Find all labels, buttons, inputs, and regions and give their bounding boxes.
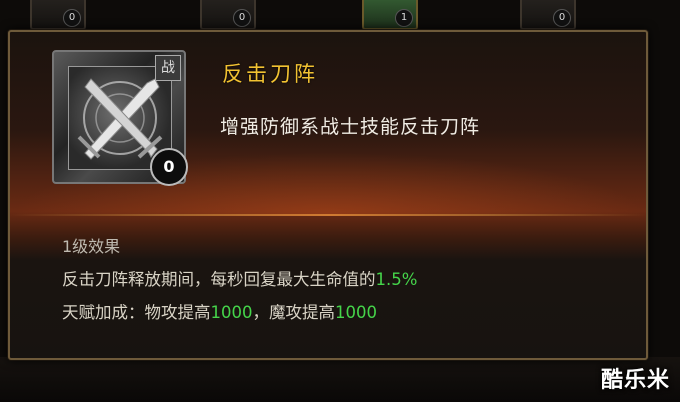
background-skill-slot[interactable]: 0 — [520, 0, 576, 30]
physical-attack-value: 1000 — [210, 303, 253, 322]
slot-count-badge: 0 — [233, 9, 251, 27]
skill-name: 反击刀阵 — [222, 62, 318, 86]
background-skill-bar: 0 0 1 0 — [0, 0, 680, 32]
background-skill-slot[interactable]: 0 — [200, 0, 256, 30]
skill-level-badge: 0 — [150, 148, 188, 186]
effect-line-regen: 反击刀阵释放期间，每秒回复最大生命值的1.5% — [62, 263, 417, 296]
talent-prefix: 天赋加成：物攻提高 — [62, 303, 211, 322]
skill-icon-frame: 战 0 — [52, 50, 188, 186]
background-bottom-panel — [0, 357, 680, 402]
warrior-class-badge: 战 — [155, 55, 181, 81]
slot-count-badge: 0 — [63, 9, 81, 27]
effect-text: 反击刀阵释放期间，每秒回复最大生命值的 — [62, 270, 376, 289]
magic-attack-value: 1000 — [335, 303, 377, 322]
talent-middle: ，魔攻提高 — [252, 303, 336, 322]
background-skill-slot[interactable]: 0 — [30, 0, 86, 30]
skill-effects: 1级效果 反击刀阵释放期间，每秒回复最大生命值的1.5% 天赋加成：物攻提高10… — [62, 230, 417, 329]
background-skill-slot-selected[interactable]: 1 — [362, 0, 418, 30]
site-watermark: 酷乐米 — [600, 368, 670, 393]
skill-description: 增强防御系战士技能反击刀阵 — [220, 116, 481, 138]
effect-line-talent: 天赋加成：物攻提高1000，魔攻提高1000 — [62, 296, 417, 329]
slot-count-badge: 0 — [553, 9, 571, 27]
tooltip-divider — [10, 214, 646, 216]
effect-value: 1.5% — [375, 270, 418, 289]
skill-tooltip: 战 0 反击刀阵 增强防御系战士技能反击刀阵 1级效果 反击刀阵释放期间，每秒回… — [8, 30, 648, 360]
level-effect-title: 1级效果 — [62, 237, 121, 256]
slot-count-badge: 1 — [395, 9, 413, 27]
